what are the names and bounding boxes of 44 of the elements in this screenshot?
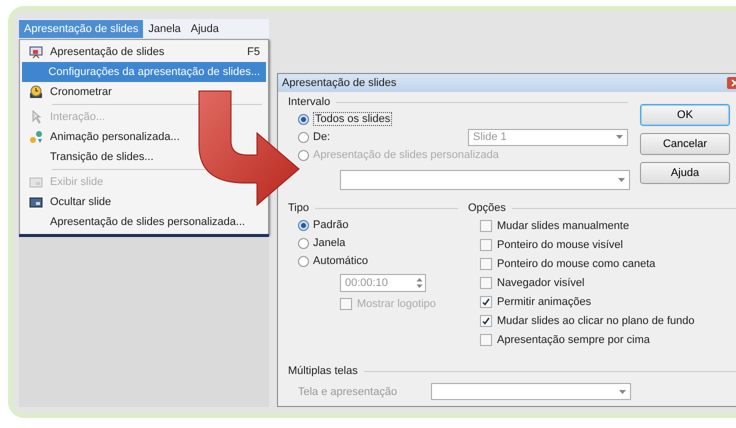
menu-item[interactable]: Apresentação de slides F5 bbox=[22, 42, 266, 62]
checkbox-option[interactable]: Apresentação sempre por cima bbox=[468, 330, 736, 349]
clock-icon bbox=[29, 85, 43, 99]
checkbox-option[interactable]: Ponteiro do mouse visível bbox=[468, 235, 736, 254]
dropdown-arrow-icon[interactable] bbox=[619, 390, 626, 394]
menu-item[interactable]: Cronometrar bbox=[22, 82, 118, 102]
radio-option[interactable]: Janela bbox=[298, 237, 346, 249]
group-label: Múltiplas telas bbox=[288, 365, 358, 377]
screen-dropdown[interactable] bbox=[431, 383, 632, 400]
group-label: Opções bbox=[468, 202, 506, 214]
field-label: Tela e apresentação bbox=[298, 386, 398, 398]
checkmark-icon bbox=[482, 316, 490, 324]
checkbox-option[interactable]: Mudar slides manualmente bbox=[468, 216, 736, 235]
menu-bar-item[interactable]: Ajuda bbox=[186, 20, 224, 38]
dialog-title: Apresentação de slides bbox=[282, 77, 396, 89]
checkbox-option[interactable]: Ponteiro do mouse como caneta bbox=[468, 254, 736, 273]
dialog-button[interactable]: Ajuda bbox=[640, 162, 730, 184]
group-label: Tipo bbox=[288, 202, 309, 214]
slide-icon bbox=[29, 196, 43, 208]
checkbox-option[interactable]: Navegador visível bbox=[468, 273, 736, 292]
menu-item[interactable]: Configurações da apresentação de slides... bbox=[22, 62, 266, 82]
menu-item[interactable]: Transição de slides... bbox=[22, 147, 160, 167]
menu-bar-item[interactable]: Janela bbox=[143, 20, 186, 38]
spin-arrows-icon[interactable] bbox=[416, 277, 423, 289]
dialog-button[interactable]: Cancelar bbox=[640, 133, 730, 155]
checkbox-option[interactable]: Mudar slides ao clicar no plano de fundo bbox=[468, 311, 736, 330]
shortcut-label: F5 bbox=[247, 46, 260, 58]
pointer-icon bbox=[31, 110, 41, 124]
radio-option[interactable]: Automático bbox=[298, 255, 368, 267]
menu-item[interactable]: Animação personalizada... bbox=[22, 127, 186, 147]
menu-item[interactable]: Ocultar slide bbox=[22, 192, 118, 212]
slide-icon bbox=[29, 176, 43, 188]
radio-option[interactable]: Padrão bbox=[298, 219, 348, 231]
group-label: Intervalo bbox=[288, 96, 330, 108]
presentation-screen-icon bbox=[29, 46, 43, 58]
checkbox-option[interactable]: Permitir animações bbox=[468, 292, 736, 311]
animation-icon bbox=[29, 130, 43, 144]
custom-show-dropdown[interactable] bbox=[340, 170, 630, 190]
dropdown-arrow-icon[interactable] bbox=[616, 135, 623, 139]
menu-item[interactable]: Apresentação de slides personalizada... bbox=[22, 212, 252, 232]
dropdown-arrow-icon[interactable] bbox=[618, 178, 625, 182]
dialog-button[interactable]: OK bbox=[640, 104, 730, 126]
radio-option[interactable]: De: bbox=[298, 131, 330, 143]
checkmark-icon bbox=[482, 298, 490, 306]
